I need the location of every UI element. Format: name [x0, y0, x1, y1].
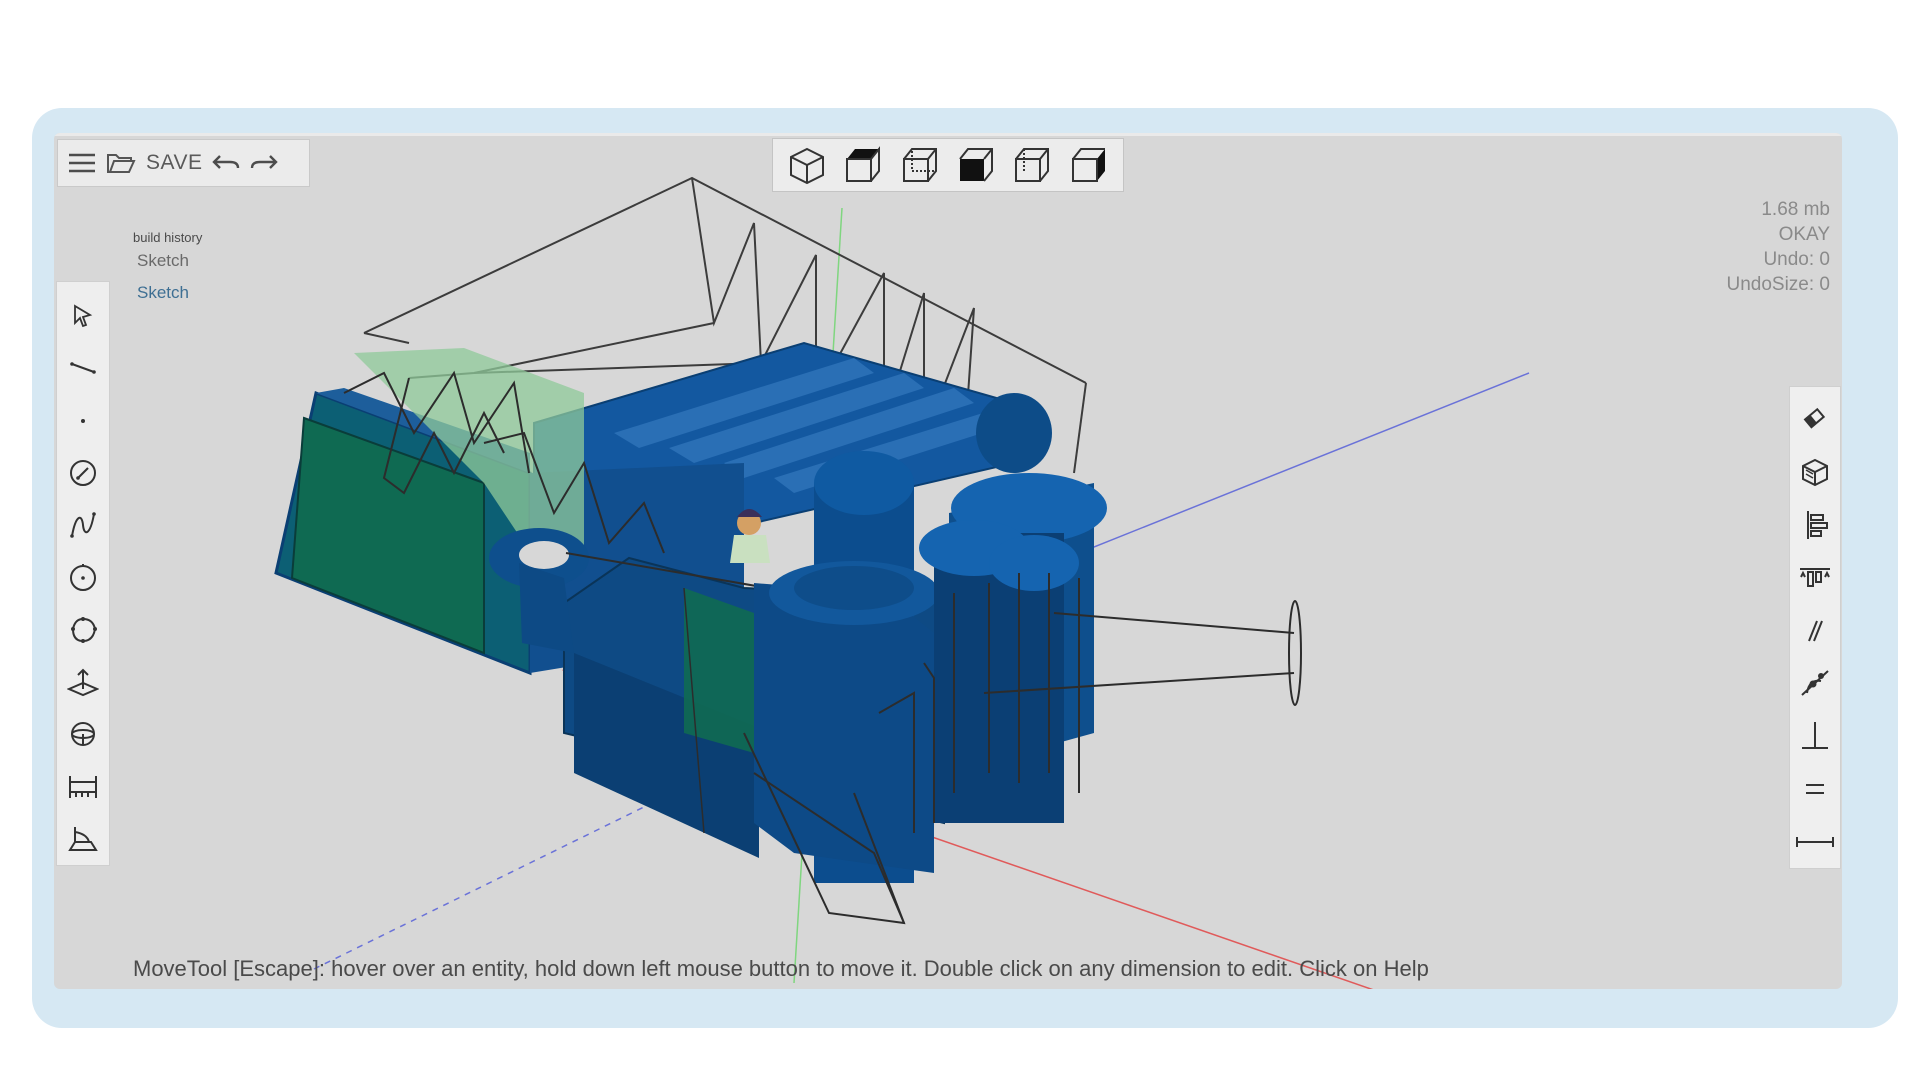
parallel-button[interactable] [1793, 604, 1837, 657]
3d-viewport[interactable] [54, 133, 1842, 989]
view-top-button[interactable] [840, 142, 886, 188]
undo-size-label: UndoSize: 0 [1726, 274, 1830, 295]
tangent-icon [1801, 670, 1829, 697]
point-tool-icon [81, 418, 85, 423]
redo-icon [251, 155, 279, 169]
left-toolbar [56, 281, 110, 866]
right-toolbar [1789, 386, 1841, 869]
distance-icon [1796, 836, 1834, 847]
view-back-button[interactable] [1066, 142, 1112, 188]
polygon-tool-button[interactable] [61, 604, 105, 656]
build-history-title: build history [133, 230, 203, 245]
status-message: MoveTool [Escape]: hover over an entity,… [133, 956, 1429, 981]
plane-tool-button[interactable] [61, 813, 105, 865]
dimension-tool-icon [69, 775, 97, 798]
open-folder-icon [107, 154, 136, 173]
redo-button[interactable] [250, 146, 279, 180]
view-right-icon [1015, 148, 1050, 182]
revolve-tool-icon [71, 722, 95, 747]
history-item-sketch-1[interactable]: Sketch [137, 251, 202, 271]
parallel-icon [1808, 620, 1823, 641]
extrude-tool-button[interactable] [61, 656, 105, 708]
undo-count-label: Undo: 0 [1763, 249, 1830, 270]
solid-cube-icon [1802, 459, 1828, 487]
cad-app-window: SAVE build history Sketch Sketch 1.68 mb… [54, 133, 1842, 989]
menu-icon [69, 153, 95, 173]
view-top-icon [846, 146, 881, 182]
equal-icon [1806, 783, 1824, 794]
line-tool-icon [70, 362, 96, 375]
view-toolbar [772, 138, 1124, 192]
equal-button[interactable] [1793, 762, 1837, 815]
status-label: OKAY [1778, 224, 1830, 245]
undo-icon [212, 155, 240, 169]
file-size-label: 1.68 mb [1761, 199, 1830, 220]
view-iso-icon [790, 147, 825, 185]
view-iso-button[interactable] [784, 142, 830, 188]
plane-tool-icon [68, 826, 98, 851]
view-front-button[interactable] [897, 142, 943, 188]
polygon-tool-icon [71, 616, 97, 643]
spline-tool-button[interactable] [61, 499, 105, 551]
save-button[interactable]: SAVE [146, 146, 202, 180]
history-item-sketch-2[interactable]: Sketch [137, 283, 202, 303]
undo-button[interactable] [212, 146, 240, 180]
dimension-tool-button[interactable] [61, 760, 105, 812]
main-toolbar: SAVE [57, 139, 310, 187]
solid-cube-button[interactable] [1793, 446, 1837, 499]
line-tool-button[interactable] [61, 342, 105, 394]
revolve-tool-button[interactable] [61, 708, 105, 760]
distance-button[interactable] [1793, 815, 1837, 868]
eraser-tool-button[interactable] [1793, 393, 1837, 446]
perpendicular-icon [1802, 722, 1828, 750]
view-front-icon [902, 148, 937, 182]
solid-cylinders [754, 451, 1107, 883]
view-back-icon [1071, 148, 1105, 182]
circle-tool-icon [70, 564, 96, 592]
arc-tool-button[interactable] [61, 447, 105, 499]
menu-button[interactable] [68, 146, 96, 180]
select-tool-button[interactable] [61, 290, 105, 342]
spline-tool-icon [70, 512, 96, 538]
view-right-button[interactable] [1009, 142, 1055, 188]
align-center-button[interactable] [1793, 551, 1837, 604]
perpendicular-button[interactable] [1793, 710, 1837, 763]
point-tool-button[interactable] [61, 395, 105, 447]
arc-tool-icon [70, 459, 96, 486]
stats-panel: 1.68 mb OKAY Undo: 0 UndoSize: 0 [1726, 197, 1830, 297]
align-center-icon [1800, 567, 1830, 587]
circle-tool-button[interactable] [61, 551, 105, 603]
align-left-button[interactable] [1793, 499, 1837, 552]
open-button[interactable] [106, 146, 136, 180]
view-left-button[interactable] [953, 142, 999, 188]
build-history-panel: build history Sketch Sketch [133, 230, 202, 315]
view-left-icon [959, 148, 994, 182]
y-axis-line [1053, 372, 1530, 564]
extrude-tool-icon [67, 668, 99, 697]
align-left-icon [1807, 510, 1828, 539]
tangent-button[interactable] [1793, 657, 1837, 710]
select-arrow-icon [74, 304, 93, 328]
eraser-icon [1803, 408, 1826, 430]
